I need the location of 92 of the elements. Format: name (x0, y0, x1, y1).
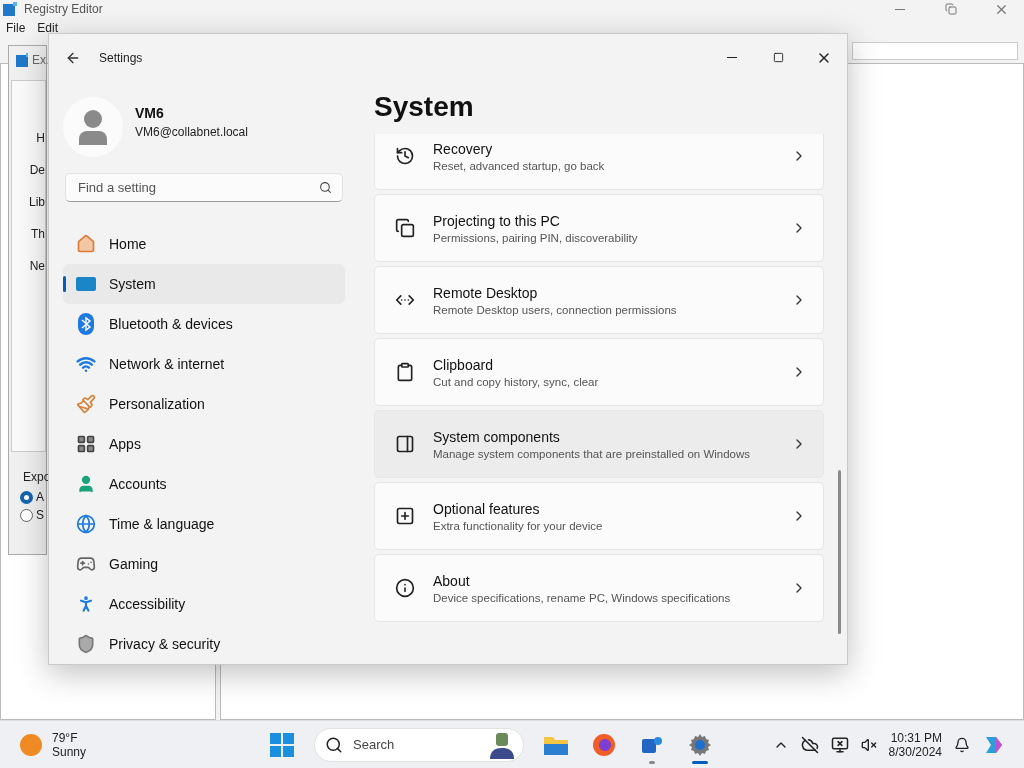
place-item[interactable]: Th (31, 227, 45, 241)
nav-label: Personalization (109, 396, 205, 412)
window-title: Settings (99, 50, 144, 65)
radio-button[interactable] (20, 490, 33, 504)
taskbar-search[interactable]: Search (314, 727, 524, 762)
nav-item[interactable]: Personalization (63, 384, 345, 424)
globe-icon (75, 514, 97, 534)
nav-item[interactable]: Accessibility (63, 584, 345, 624)
nav-label: Gaming (109, 556, 159, 572)
card-subtitle: Manage system components that are preinstalled on Windows (433, 447, 752, 460)
user-name: VM6 (135, 104, 165, 121)
nav-label: Home (109, 236, 147, 252)
card-title: Optional features (433, 500, 541, 517)
card-title: Remote Desktop (433, 284, 539, 301)
settings-card[interactable]: Clipboard Cut and copy history, sync, clear (374, 338, 824, 406)
paintbrush-icon (75, 394, 97, 414)
card-subtitle: Reset, advanced startup, go back (433, 159, 606, 172)
bluetooth-icon (75, 313, 97, 335)
search-field[interactable]: Find a setting (65, 173, 343, 202)
nav-item[interactable]: Time & language (63, 504, 345, 544)
restore-icon[interactable] (944, 3, 957, 15)
home-icon (75, 234, 97, 254)
nav-item[interactable]: Apps (63, 424, 345, 464)
search-icon (325, 735, 343, 754)
volume-muted-icon[interactable] (860, 736, 877, 753)
registry-icon (2, 1, 18, 17)
cloud-off-icon[interactable] (800, 735, 819, 754)
nav-label: Privacy & security (109, 636, 221, 652)
wifi-icon (75, 354, 97, 374)
monitor-icon (75, 276, 97, 292)
nav-label: Bluetooth & devices (109, 316, 233, 332)
radio-button[interactable] (20, 508, 33, 522)
card-title: Projecting to this PC (433, 212, 561, 229)
weather-condition: Sunny (52, 744, 87, 759)
card-title: Recovery (433, 140, 494, 157)
search-input[interactable]: Search (351, 736, 479, 753)
place-item[interactable]: H (36, 131, 45, 145)
dialog-title: Ex (32, 53, 46, 67)
card-subtitle: Cut and copy history, sync, clear (433, 375, 600, 388)
place-item[interactable]: De (29, 163, 45, 177)
windows-logo-icon (270, 732, 294, 757)
temperature: 79°F (52, 730, 79, 745)
nav-item[interactable]: Gaming (63, 544, 345, 584)
settings-card[interactable]: Recovery Reset, advanced startup, go back (374, 134, 824, 190)
card-subtitle: Device specifications, rename PC, Windows specifications (433, 591, 732, 604)
gear-icon (688, 732, 712, 757)
nav-label: System (109, 276, 156, 292)
settings-card[interactable]: Remote Desktop Remote Desktop users, connection permissions (374, 266, 824, 334)
minimize-icon (727, 57, 737, 58)
clock[interactable]: 10:31 PM 8/30/2024 (888, 730, 942, 759)
maximize-icon (772, 52, 784, 63)
nav-item[interactable]: Bluetooth & devices (63, 304, 345, 344)
card-title: Clipboard (433, 356, 494, 373)
browser-icon (592, 732, 616, 757)
minimize-icon[interactable] (894, 8, 905, 10)
settings-card[interactable]: Projecting to this PC Permissions, pairing PIN, discoverability (374, 194, 824, 262)
nav-item[interactable]: Accounts (63, 464, 345, 504)
nav-item[interactable]: Home (63, 224, 345, 264)
nav-label: Network & internet (109, 356, 225, 372)
nav-label: Time & language (109, 516, 215, 532)
card-title: System components (433, 428, 561, 445)
page-title: System (374, 91, 475, 123)
nav-label: Accessibility (109, 596, 186, 612)
bell-icon[interactable] (954, 736, 970, 753)
menu-item[interactable]: Edit (37, 21, 59, 35)
registry-icon (15, 52, 28, 68)
window-title: Registry Editor (24, 2, 104, 16)
settings-card[interactable]: System components Manage system components that are preinstalled on Windows (374, 410, 824, 478)
nav-item[interactable]: Network & internet (63, 344, 345, 384)
place-item[interactable]: Ne (29, 259, 45, 273)
search-input[interactable]: Find a setting (76, 179, 319, 197)
card-subtitle: Permissions, pairing PIN, discoverability (433, 231, 639, 244)
scrollbar-thumb[interactable] (838, 470, 841, 634)
settings-card[interactable]: Optional features Extra functionality for your device (374, 482, 824, 550)
radio-label: S (36, 508, 44, 522)
nav-item[interactable]: Privacy & security (63, 624, 345, 664)
menu-item[interactable]: File (6, 21, 26, 35)
search-icon (319, 181, 332, 195)
settings-card[interactable]: About Device specifications, rename PC, Windows specifications (374, 554, 824, 622)
gamepad-icon (75, 554, 97, 574)
place-item[interactable]: Lib (29, 195, 45, 209)
apps-icon (75, 434, 97, 454)
card-subtitle: Extra functionality for your device (433, 519, 604, 532)
radio-label: A (36, 490, 44, 504)
card-title: About (433, 572, 471, 589)
nav-label: Apps (109, 436, 141, 452)
card-subtitle: Remote Desktop users, connection permissions (433, 303, 678, 316)
user-email: VM6@collabnet.local (135, 124, 248, 139)
sun-icon[interactable] (20, 733, 42, 756)
nav-item[interactable]: System (63, 264, 345, 304)
figure-icon (487, 730, 517, 759)
nav-label: Accounts (109, 476, 167, 492)
